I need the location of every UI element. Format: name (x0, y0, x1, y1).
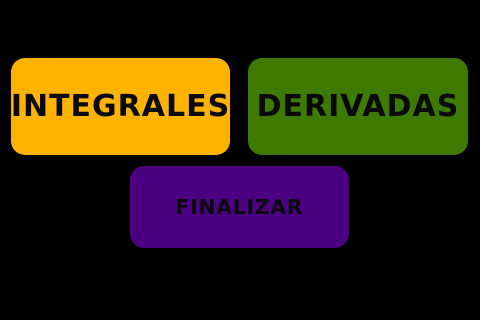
main-menu-screen: INTEGRALES DERIVADAS FINALIZAR (0, 0, 480, 320)
finalizar-button-label: FINALIZAR (175, 195, 304, 219)
derivadas-button-label: DERIVADAS (256, 89, 460, 124)
integrales-button-label: INTEGRALES (10, 89, 231, 124)
integrales-button[interactable]: INTEGRALES (11, 58, 230, 155)
derivadas-button[interactable]: DERIVADAS (248, 58, 468, 155)
finalizar-button[interactable]: FINALIZAR (130, 166, 349, 248)
